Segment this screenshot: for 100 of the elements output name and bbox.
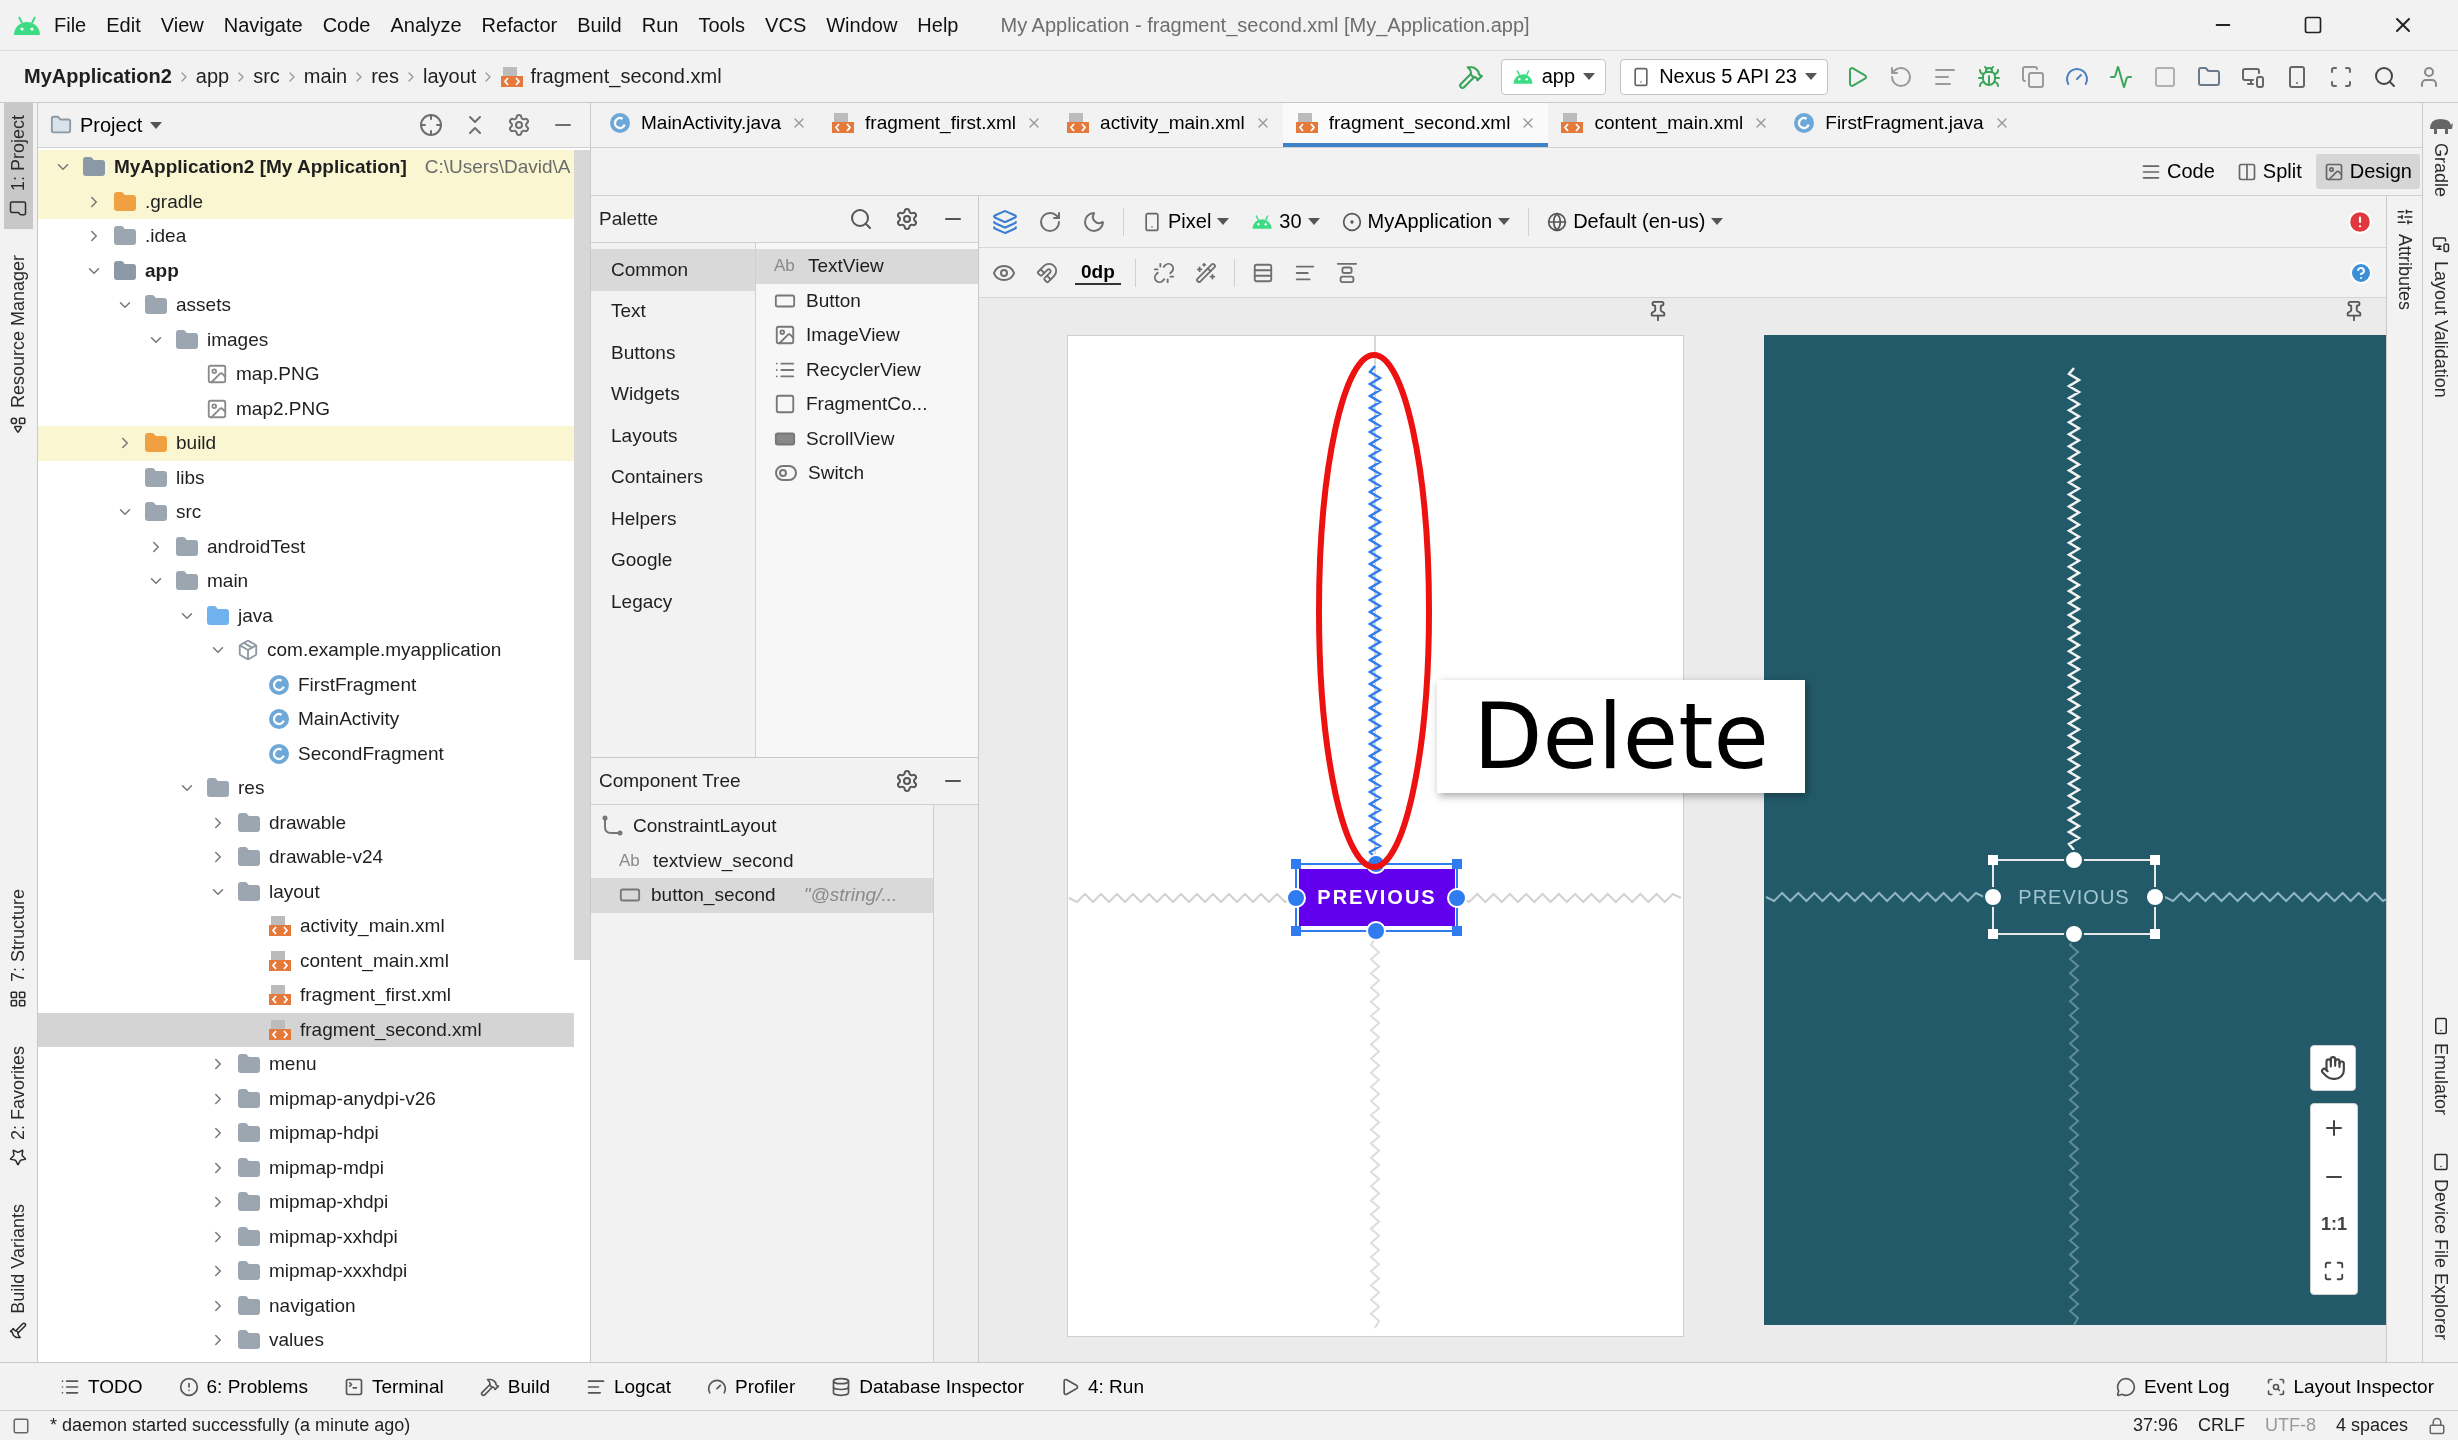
- editor-tab[interactable]: fragment_first.xml: [819, 103, 1055, 147]
- view-mode-button[interactable]: Design: [2315, 154, 2420, 189]
- tree-item[interactable]: java: [38, 598, 574, 633]
- menubar-entry[interactable]: Navigate: [215, 9, 311, 41]
- run-configuration-dropdown[interactable]: app: [1500, 58, 1607, 95]
- tree-item[interactable]: main: [38, 564, 574, 599]
- editor-tab[interactable]: MainActivity.java: [597, 103, 820, 147]
- tool-window-tab[interactable]: Layout Validation: [2423, 223, 2458, 410]
- tree-item[interactable]: app: [38, 253, 574, 288]
- menubar-entry[interactable]: Window: [818, 9, 906, 41]
- tree-item[interactable]: mipmap-xxxhdpi: [38, 1254, 574, 1289]
- palette-category[interactable]: Containers: [591, 456, 755, 498]
- breadcrumb[interactable]: src: [249, 63, 284, 90]
- palette-category[interactable]: Helpers: [591, 498, 755, 540]
- tool-window-tab[interactable]: Emulator: [2426, 1004, 2455, 1127]
- tool-window-tab[interactable]: Layout Inspector: [2261, 1371, 2438, 1402]
- menubar-entry[interactable]: File: [46, 9, 95, 41]
- actual-size-button[interactable]: 1:1: [2319, 1211, 2349, 1237]
- device-dropdown[interactable]: Pixel: [1138, 208, 1234, 235]
- menubar-entry[interactable]: Build: [569, 9, 630, 41]
- tree-item[interactable]: menu: [38, 1047, 574, 1082]
- palette-widget[interactable]: ImageView: [756, 318, 978, 353]
- locale-dropdown[interactable]: Default (en-us): [1543, 208, 1728, 235]
- breadcrumb[interactable]: layout: [419, 63, 481, 90]
- palette-widget[interactable]: ScrollView: [756, 421, 978, 456]
- palette-widget[interactable]: Ab TextView: [756, 249, 978, 284]
- tree-item[interactable]: mipmap-anydpi-v26: [38, 1081, 574, 1116]
- tree-item[interactable]: map.PNG: [38, 357, 574, 392]
- pan-icon[interactable]: [2310, 1045, 2356, 1091]
- palette-category[interactable]: Google: [591, 539, 755, 581]
- menubar-entry[interactable]: Code: [314, 9, 379, 41]
- tree-item[interactable]: fragment_second.xml: [38, 1012, 574, 1047]
- tool-window-tab[interactable]: Gradle: [2423, 103, 2458, 210]
- tool-window-tab[interactable]: 1: Project: [4, 103, 33, 230]
- tree-item[interactable]: SecondFragment: [38, 736, 574, 771]
- tool-window-tab[interactable]: Build: [475, 1371, 554, 1402]
- menubar-entry[interactable]: Run: [633, 9, 687, 41]
- palette-category[interactable]: Widgets: [591, 373, 755, 415]
- palette-widget[interactable]: Switch: [756, 456, 978, 491]
- api-level-dropdown[interactable]: 30: [1247, 208, 1324, 235]
- component-tree-item[interactable]: Ab textview_second: [591, 843, 933, 878]
- tree-item[interactable]: images: [38, 322, 574, 357]
- tool-window-tab[interactable]: Logcat: [582, 1371, 676, 1402]
- previous-button[interactable]: PREVIOUS: [1299, 869, 1455, 926]
- previous-button-outline[interactable]: PREVIOUS: [1993, 860, 2155, 934]
- attributes-tab[interactable]: Attributes: [2387, 196, 2422, 323]
- tree-item[interactable]: values: [38, 1323, 574, 1358]
- lock-icon[interactable]: [2428, 1416, 2446, 1435]
- palette-widget[interactable]: RecyclerView: [756, 352, 978, 387]
- tree-item[interactable]: navigation: [38, 1288, 574, 1323]
- tree-item[interactable]: MyApplication2 [My Application] C:\Users\David\A: [38, 150, 574, 185]
- palette-widget[interactable]: Button: [756, 283, 978, 318]
- tree-item[interactable]: activity_main.xml: [38, 909, 574, 944]
- editor-tab[interactable]: FirstFragment.java: [1781, 103, 2022, 147]
- tree-item[interactable]: content_main.xml: [38, 943, 574, 978]
- palette-category[interactable]: Buttons: [591, 332, 755, 374]
- editor-tab[interactable]: fragment_second.xml: [1282, 103, 1549, 147]
- breadcrumb[interactable]: fragment_second.xml: [496, 63, 726, 90]
- tree-item[interactable]: androidTest: [38, 529, 574, 564]
- breadcrumb[interactable]: app: [191, 63, 234, 90]
- tool-window-tab[interactable]: 2: Favorites: [4, 1034, 33, 1179]
- tree-item[interactable]: mipmap-hdpi: [38, 1116, 574, 1151]
- menubar-entry[interactable]: Edit: [98, 9, 149, 41]
- project-view-dropdown[interactable]: Project: [50, 113, 163, 137]
- tree-item[interactable]: build: [38, 426, 574, 461]
- status-item[interactable]: 37:96: [2132, 1415, 2178, 1436]
- tool-window-tab[interactable]: 7: Structure: [4, 877, 33, 1021]
- view-mode-button[interactable]: Split: [2228, 154, 2310, 189]
- panel-toggle-icon[interactable]: [12, 1416, 30, 1435]
- tree-item[interactable]: libs: [38, 460, 574, 495]
- tool-window-tab[interactable]: Database Inspector: [827, 1371, 1028, 1402]
- status-item[interactable]: CRLF: [2197, 1415, 2245, 1436]
- tree-item[interactable]: map2.PNG: [38, 391, 574, 426]
- tool-window-tab[interactable]: Resource Manager: [4, 243, 33, 447]
- component-tree-item[interactable]: ConstraintLayout: [591, 809, 933, 844]
- tree-item[interactable]: drawable: [38, 805, 574, 840]
- status-item[interactable]: 4 spaces: [2335, 1415, 2408, 1436]
- tree-item[interactable]: assets: [38, 288, 574, 323]
- editor-tab[interactable]: content_main.xml: [1548, 103, 1782, 147]
- tree-item[interactable]: FirstFragment: [38, 667, 574, 702]
- editor-tab[interactable]: activity_main.xml: [1054, 103, 1283, 147]
- tree-item[interactable]: .idea: [38, 219, 574, 254]
- tree-item[interactable]: layout: [38, 874, 574, 909]
- tool-window-tab[interactable]: Terminal: [339, 1371, 448, 1402]
- tool-window-tab[interactable]: TODO: [56, 1371, 147, 1402]
- palette-category[interactable]: Legacy: [591, 581, 755, 623]
- tree-item[interactable]: drawable-v24: [38, 840, 574, 875]
- palette-category[interactable]: Common: [591, 249, 755, 291]
- tree-item[interactable]: src: [38, 495, 574, 530]
- maximize-icon[interactable]: [2303, 15, 2323, 35]
- menubar-entry[interactable]: View: [152, 9, 212, 41]
- breadcrumb[interactable]: MyApplication2: [20, 63, 176, 90]
- breadcrumb[interactable]: res: [367, 63, 403, 90]
- tree-item[interactable]: MainActivity: [38, 702, 574, 737]
- component-tree-item[interactable]: button_second "@string/...: [591, 878, 933, 913]
- tool-window-tab[interactable]: Event Log: [2111, 1371, 2234, 1402]
- tool-window-tab[interactable]: Build Variants: [4, 1192, 33, 1352]
- palette-category[interactable]: Text: [591, 290, 755, 332]
- tree-item[interactable]: .gradle: [38, 184, 574, 219]
- menubar-entry[interactable]: VCS: [757, 9, 815, 41]
